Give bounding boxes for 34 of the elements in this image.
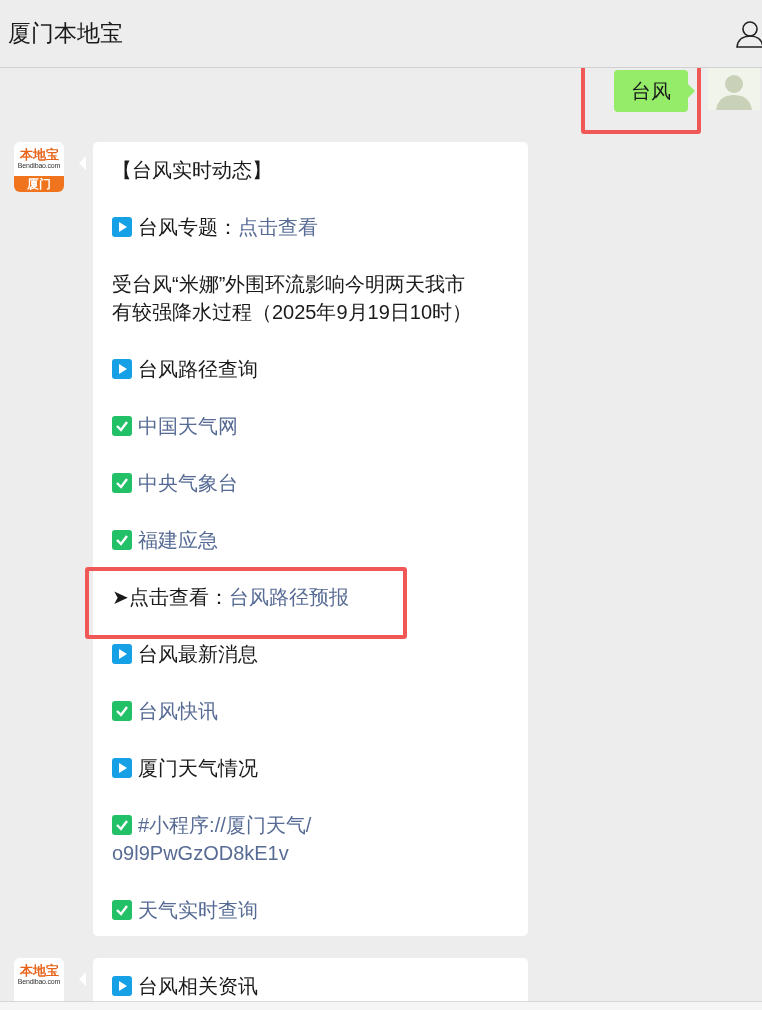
bubble-tail (688, 84, 695, 98)
check-icon (112, 701, 132, 721)
play-icon (112, 976, 132, 996)
link[interactable]: 点击查看 (238, 216, 318, 238)
check-icon (112, 416, 132, 436)
section-label: 台风最新消息 (138, 643, 258, 665)
logo-text: 本地宝 (19, 964, 59, 978)
link[interactable]: 天气实时查询 (112, 896, 258, 924)
sent-message: 台风 (614, 70, 688, 112)
chat-title: 厦门本地宝 (8, 19, 123, 48)
play-icon (112, 359, 132, 379)
link[interactable]: 中国天气网 (112, 412, 238, 440)
check-icon (112, 815, 132, 835)
link[interactable]: 台风路径预报 (228, 586, 349, 608)
link[interactable]: 福建应急 (112, 526, 218, 554)
link[interactable]: 中央气象台 (112, 469, 238, 497)
section-label: 台风专题： (138, 216, 238, 238)
link[interactable]: #小程序://厦门天气/ o9l9PwGzOD8kE1v (112, 811, 312, 867)
link[interactable]: 台风快讯 (112, 697, 218, 725)
profile-icon[interactable] (735, 18, 762, 49)
section-label: 厦门天气情况 (138, 757, 258, 779)
logo-city: 厦门 (14, 176, 64, 192)
message-text: 【台风实时动态】 (112, 159, 272, 181)
section-label: 台风路径查询 (138, 358, 258, 380)
play-icon (112, 758, 132, 778)
play-icon (112, 217, 132, 237)
play-icon (112, 644, 132, 664)
check-icon (112, 530, 132, 550)
check-icon (112, 900, 132, 920)
check-icon (112, 473, 132, 493)
section-label: 台风相关资讯 (138, 975, 258, 997)
arrow-label: ➤点击查看： (112, 586, 229, 608)
message-text: 受台风“米娜”外围环流影响今明两天我市有较强降水过程（2025年9月19日10时） (112, 273, 473, 323)
logo-text: 本地宝 (19, 148, 59, 162)
